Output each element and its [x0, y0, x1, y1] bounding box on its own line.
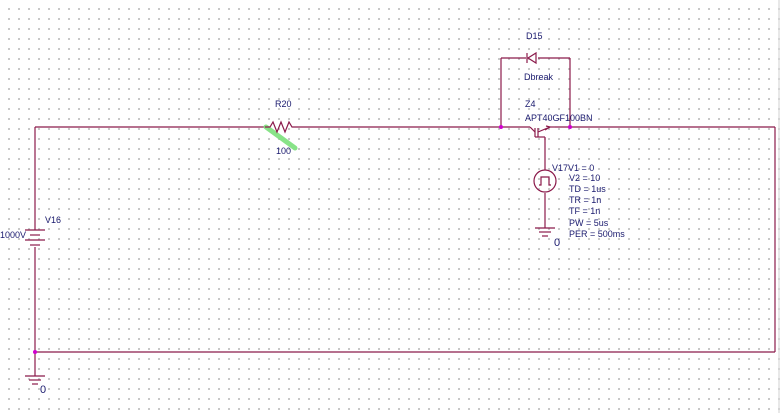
v16-value-label: 1000V — [0, 230, 26, 240]
schematic-canvas[interactable]: R20 100 D15 Dbreak Z4 APT40GF100BN V17 V… — [0, 0, 782, 413]
z4-ref-label: Z4 — [525, 99, 536, 109]
selection-highlight — [263, 124, 298, 151]
v17-param-v1: V1 = 0 — [568, 163, 594, 173]
diode-d15[interactable]: D15 Dbreak — [524, 31, 554, 82]
v17-param-tf: TF = 1n — [569, 206, 600, 216]
ground-gate[interactable]: 0 — [535, 227, 560, 249]
pulse-waveform-icon — [539, 176, 551, 186]
v16-ref-label: V16 — [45, 215, 61, 225]
v17-param-td: TD = 1us — [569, 184, 606, 194]
z4-model-label: APT40GF100BN — [525, 113, 593, 123]
wires — [34, 57, 776, 376]
bottom-ground-label: 0 — [40, 384, 46, 396]
r20-value-label: 100 — [276, 146, 291, 156]
v17-ref-label: V17 — [552, 163, 568, 173]
igbt-collector-lead — [529, 126, 536, 133]
resistor-r20[interactable]: R20 100 — [263, 99, 298, 156]
igbt-z4[interactable]: Z4 APT40GF100BN — [525, 99, 593, 140]
pulse-source-symbol-icon — [533, 169, 557, 193]
d15-model-label: Dbreak — [524, 72, 554, 82]
source-v16[interactable]: V16 1000V — [0, 215, 61, 246]
r20-ref-label: R20 — [275, 99, 292, 109]
v17-param-tr: TR = 1n — [569, 195, 601, 205]
v17-param-pw: PW = 5us — [569, 218, 609, 228]
junction-dot — [568, 125, 572, 129]
diode-symbol-icon — [526, 51, 537, 65]
schematic-svg[interactable]: R20 100 D15 Dbreak Z4 APT40GF100BN V17 V… — [0, 0, 782, 413]
igbt-symbol-icon — [544, 125, 552, 131]
ground-bottom[interactable]: 0 — [25, 375, 46, 396]
junctions — [33, 125, 572, 354]
v17-param-v2: V2 = 10 — [569, 173, 600, 183]
v17-param-per: PER = 500ms — [569, 229, 625, 239]
junction-dot — [33, 350, 37, 354]
gate-ground-label: 0 — [554, 237, 560, 249]
junction-dot — [499, 125, 503, 129]
d15-ref-label: D15 — [526, 31, 543, 41]
